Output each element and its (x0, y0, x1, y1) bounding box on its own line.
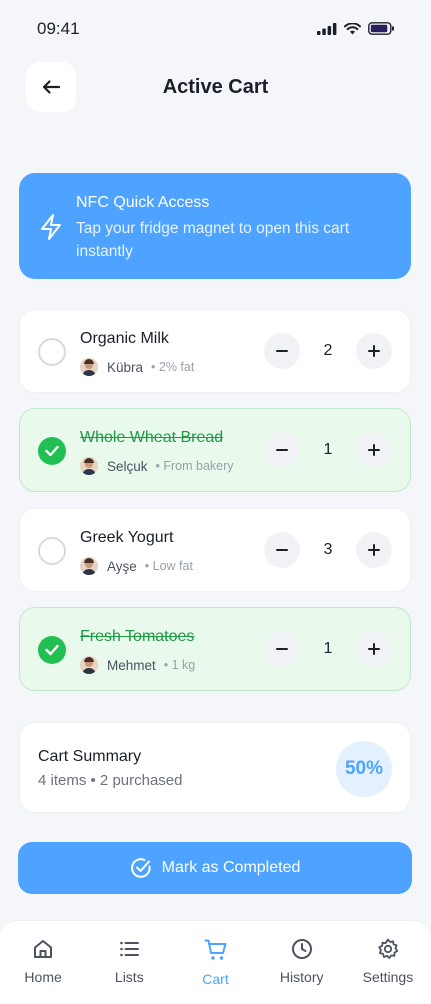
quantity-stepper: 1 (264, 631, 392, 667)
nav-item-cart[interactable]: Cart (172, 921, 258, 1004)
check-icon (45, 644, 59, 656)
gear-icon (378, 938, 399, 959)
item-meta: Ayşe • Low fat (80, 557, 193, 575)
clock-icon (291, 939, 312, 959)
minus-icon (276, 549, 288, 551)
decrease-button[interactable] (264, 432, 300, 468)
item-meta: Mehmet • 1 kg (80, 656, 195, 674)
nav-label-cart: Cart (202, 971, 229, 987)
decrease-button[interactable] (264, 631, 300, 667)
cart-summary-card: Cart Summary 4 items • 2 purchased 50% (19, 722, 411, 813)
status-bar: 09:41 (0, 0, 431, 56)
avatar (80, 457, 98, 475)
check-circle-icon (130, 858, 151, 878)
item-name: Organic Milk (80, 330, 169, 347)
cart-item: Fresh Tomatoes Mehmet • 1 kg 1 (19, 607, 411, 691)
item-checkbox[interactable] (38, 537, 66, 565)
item-user: Selçuk (107, 458, 148, 474)
summary-title: Cart Summary (38, 748, 142, 765)
quantity-value: 2 (323, 342, 333, 359)
plus-icon (368, 444, 380, 456)
nav-item-settings[interactable]: Settings (345, 921, 431, 1004)
cart-item: Whole Wheat Bread Selçuk • From bakery 1 (19, 408, 411, 492)
minus-icon (276, 648, 288, 650)
mark-completed-label: Mark as Completed (161, 859, 301, 876)
item-meta: Kübra • 2% fat (80, 358, 194, 376)
bottom-nav: Home Lists Cart History Settings (0, 920, 431, 1004)
item-checkbox[interactable] (38, 636, 66, 664)
nav-label-home: Home (24, 969, 62, 985)
check-icon (45, 445, 59, 457)
increase-button[interactable] (356, 432, 392, 468)
item-note: • From bakery (155, 459, 234, 473)
increase-button[interactable] (356, 333, 392, 369)
item-checkbox[interactable] (38, 338, 66, 366)
item-note: • 1 kg (163, 658, 196, 672)
signal-icon (317, 22, 337, 35)
page-title: Active Cart (162, 76, 269, 98)
avatar (80, 656, 98, 674)
wifi-icon (344, 22, 361, 34)
home-icon (34, 940, 53, 958)
item-note: • 2% fat (151, 360, 195, 374)
summary-subtitle: 4 items • 2 purchased (38, 772, 183, 789)
header: Active Cart (0, 60, 431, 116)
avatar (80, 557, 98, 575)
quantity-stepper: 1 (264, 432, 392, 468)
plus-icon (368, 643, 380, 655)
quantity-value: 1 (323, 441, 333, 458)
item-user: Kübra (107, 359, 144, 375)
progress-percent-badge: 50% (336, 741, 392, 797)
nav-item-lists[interactable]: Lists (86, 921, 172, 1004)
cart-item: Organic Milk Kübra • 2% fat 2 (19, 309, 411, 393)
decrease-button[interactable] (264, 532, 300, 568)
mark-completed-button[interactable]: Mark as Completed (18, 842, 412, 894)
item-user: Ayşe (107, 558, 137, 574)
decrease-button[interactable] (264, 333, 300, 369)
quantity-stepper: 2 (264, 333, 392, 369)
quantity-stepper: 3 (264, 532, 392, 568)
status-time: 09:41 (37, 19, 80, 38)
minus-icon (276, 350, 288, 352)
plus-icon (368, 544, 380, 556)
minus-icon (276, 449, 288, 451)
plus-icon (368, 345, 380, 357)
battery-icon (368, 22, 394, 35)
avatar (80, 358, 98, 376)
quantity-value: 3 (323, 541, 333, 558)
nav-label-settings: Settings (362, 969, 414, 985)
lightning-icon (41, 214, 61, 240)
nfc-title: NFC Quick Access (76, 194, 210, 211)
item-name: Fresh Tomatoes (80, 628, 195, 645)
item-checkbox[interactable] (38, 437, 66, 465)
cart-item: Greek Yogurt Ayşe • Low fat 3 (19, 508, 411, 592)
nav-label-history: History (279, 969, 324, 985)
item-name: Whole Wheat Bread (80, 429, 224, 446)
nav-label-lists: Lists (114, 969, 144, 985)
status-icons (317, 22, 395, 35)
list-icon (120, 941, 140, 957)
nav-item-home[interactable]: Home (0, 921, 86, 1004)
increase-button[interactable] (356, 631, 392, 667)
cart-icon (204, 939, 226, 960)
nfc-quick-access-banner[interactable]: NFC Quick Access Tap your fridge magnet … (19, 173, 411, 279)
quantity-value: 1 (323, 640, 333, 657)
item-meta: Selçuk • From bakery (80, 457, 234, 475)
increase-button[interactable] (356, 532, 392, 568)
item-user: Mehmet (107, 657, 156, 673)
nav-item-history[interactable]: History (259, 921, 345, 1004)
nfc-description: Tap your fridge magnet to open this cart… (76, 220, 350, 260)
item-note: • Low fat (144, 559, 193, 573)
item-name: Greek Yogurt (80, 529, 174, 546)
